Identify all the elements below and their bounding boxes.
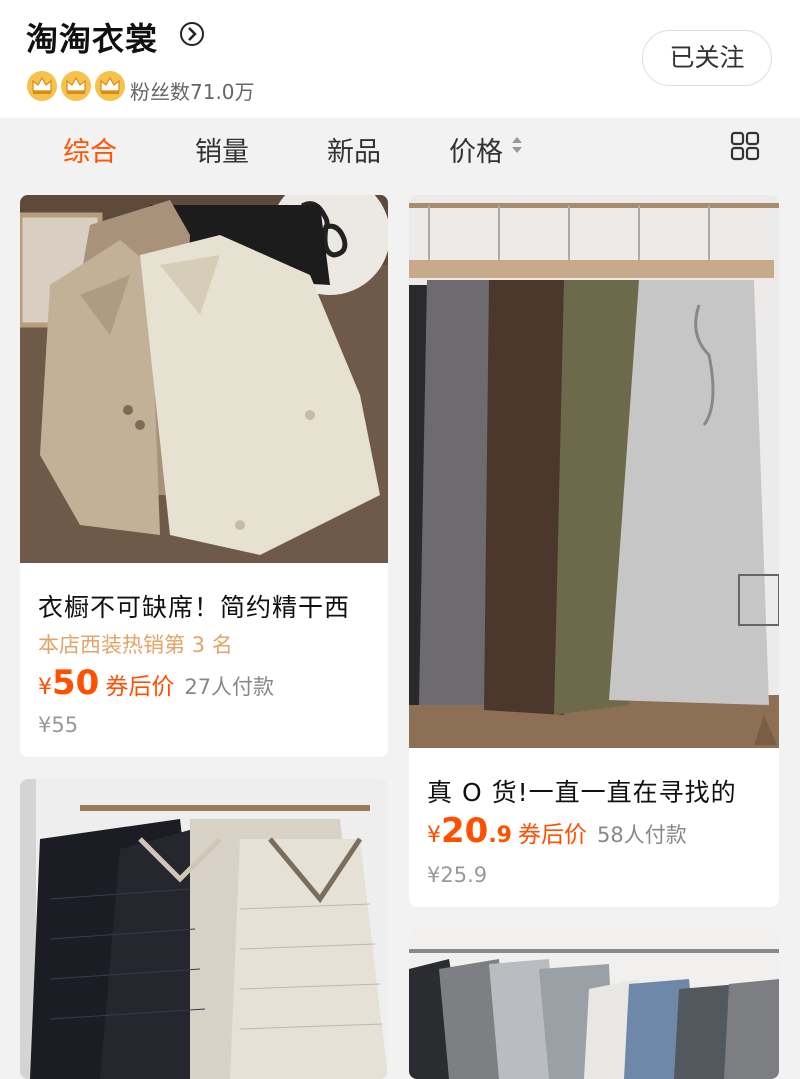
shop-header: 淘淘衣裳 粉丝数71.0万 已关注: [0, 0, 800, 118]
product-card[interactable]: 衣橱不可缺席！简约精干西 本店西装热销第 3 名 ¥50 券后价 27人付款 ¥55: [20, 195, 388, 757]
original-price: ¥25.9: [427, 863, 488, 887]
product-card[interactable]: [20, 779, 388, 1079]
product-title: 真 O 货!一直一直在寻找的: [427, 778, 737, 807]
crown-icon: [95, 71, 125, 101]
product-image-tweed-jackets[interactable]: [20, 779, 388, 1079]
chevron-right-icon[interactable]: [180, 22, 204, 46]
price-fraction: .9: [488, 823, 512, 848]
coupon-label: 券后价: [105, 674, 175, 700]
paid-count: 27人付款: [184, 675, 275, 699]
price-symbol: ¥: [38, 675, 52, 700]
product-image-pants[interactable]: [409, 195, 779, 748]
follow-button[interactable]: 已关注: [642, 30, 772, 86]
tab-price[interactable]: 价格: [449, 130, 503, 169]
price-value: 20: [441, 811, 489, 851]
product-rank-badge: 本店西装热销第 3 名: [38, 633, 233, 657]
product-card[interactable]: [409, 929, 779, 1079]
product-price-row: ¥50 券后价 27人付款: [38, 663, 274, 703]
crown-icon: [27, 71, 57, 101]
fans-count: 粉丝数71.0万: [130, 80, 255, 104]
shop-level-crowns: [26, 70, 126, 102]
original-price: ¥55: [38, 713, 79, 737]
crown-icon: [61, 71, 91, 101]
product-image-blazers[interactable]: [20, 195, 388, 563]
shop-name[interactable]: 淘淘衣裳: [26, 14, 158, 60]
product-title: 衣橱不可缺席！简约精干西: [38, 593, 351, 622]
price-symbol: ¥: [427, 823, 441, 848]
tab-new[interactable]: 新品: [327, 130, 381, 169]
coupon-label: 券后价: [518, 822, 587, 848]
grid-view-icon[interactable]: [730, 131, 760, 161]
sort-arrows-icon[interactable]: [511, 134, 523, 156]
product-image-coats-rack[interactable]: [409, 929, 779, 1079]
sort-tabs: 综合 销量 新品 价格: [0, 118, 800, 178]
tab-sales[interactable]: 销量: [195, 130, 249, 169]
product-card[interactable]: 真 O 货!一直一直在寻找的 ¥20.9 券后价 58人付款 ¥25.9: [409, 195, 779, 907]
paid-count: 58人付款: [597, 823, 687, 847]
tab-comprehensive[interactable]: 综合: [63, 130, 117, 169]
price-value: 50: [52, 663, 100, 703]
product-price-row: ¥20.9 券后价 58人付款: [427, 811, 687, 851]
